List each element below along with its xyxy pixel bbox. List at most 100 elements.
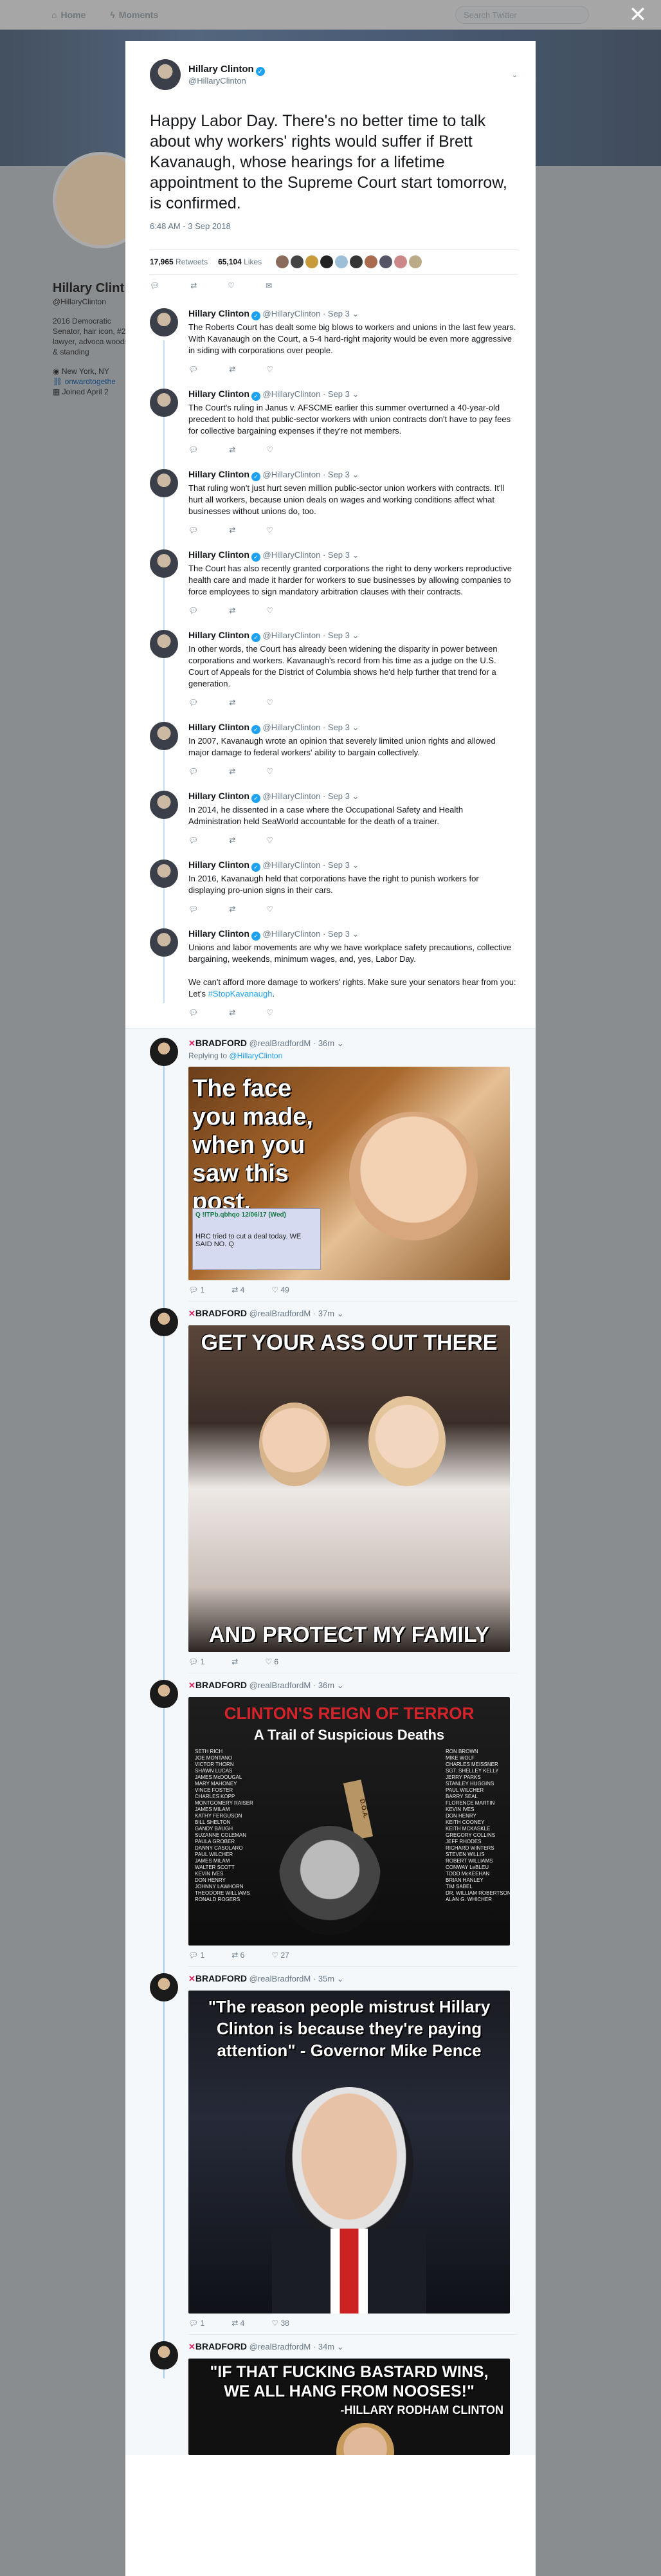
tweet-time[interactable]: Sep 3 — [328, 309, 350, 318]
nav-home[interactable]: ⌂ Home — [51, 10, 86, 20]
tweet-time[interactable]: 36m — [318, 1038, 334, 1048]
retweet-icon[interactable]: ⇄ — [229, 905, 235, 914]
reply-tweet[interactable]: ✕BRADFORD @realBradfordM · 37m ⌄ GET YOU… — [125, 1308, 536, 1673]
retweet-icon[interactable]: ⇄ — [229, 698, 235, 707]
avatar[interactable] — [150, 928, 178, 957]
tweet-author[interactable]: Hillary Clinton — [188, 549, 249, 560]
like-icon[interactable]: ♡ — [266, 606, 273, 615]
retweet-icon[interactable]: ⇄ 4 — [231, 1285, 244, 1294]
retweet-icon[interactable]: ⇄ 6 — [231, 1951, 244, 1960]
reply-tweet[interactable]: ✕BRADFORD @realBradfordM · 36m ⌄ CLINTON… — [125, 1680, 536, 1967]
retweet-icon[interactable]: ⇄ — [229, 445, 235, 454]
reply-tweet[interactable]: ✕BRADFORD @realBradfordM · 36m ⌄ Replyin… — [125, 1038, 536, 1302]
mention-link[interactable]: @HillaryClinton — [229, 1051, 282, 1060]
tweet-author[interactable]: Hillary Clinton — [188, 791, 249, 801]
avatar[interactable] — [150, 722, 178, 750]
reply-icon[interactable]: 💬︎ — [188, 365, 198, 374]
like-icon[interactable]: ♡ — [266, 905, 273, 914]
tweet-time[interactable]: Sep 3 — [328, 929, 350, 939]
retweet-icon[interactable]: ⇄ — [231, 1657, 238, 1666]
tweet-handle[interactable]: @HillaryClinton — [263, 722, 321, 732]
tweet-author[interactable]: BRADFORD — [195, 2341, 247, 2351]
avatar[interactable] — [150, 1973, 178, 2001]
chevron-down-icon[interactable]: ⌄ — [352, 929, 359, 939]
meme-image[interactable]: "IF THAT FUCKING BASTARD WINS, WE ALL HA… — [188, 2359, 510, 2455]
like-icon[interactable]: ♡ 49 — [271, 1285, 289, 1294]
avatar[interactable] — [150, 389, 178, 417]
tweet-time[interactable]: Sep 3 — [328, 630, 350, 640]
tweet-author[interactable]: Hillary Clinton — [188, 860, 249, 870]
avatar[interactable] — [150, 860, 178, 888]
chevron-down-icon[interactable]: ⌄ — [337, 1974, 344, 1983]
tweet-author[interactable]: Hillary Clinton — [188, 722, 249, 732]
retweet-icon[interactable]: ⇄ — [229, 1008, 235, 1017]
meme-image[interactable]: The face you made, when you saw this pos… — [188, 1067, 510, 1280]
thread-tweet[interactable]: Hillary Clinton ✓ @HillaryClinton · Sep 3… — [125, 463, 536, 543]
meme-image[interactable]: "The reason people mistrust Hillary Clin… — [188, 1991, 510, 2314]
tweet-author[interactable]: Hillary Clinton — [188, 469, 249, 479]
chevron-down-icon[interactable]: ⌄ — [512, 71, 518, 79]
retweet-icon[interactable]: ⇄ — [229, 365, 235, 374]
tweet-time[interactable]: Sep 3 — [328, 722, 350, 732]
tweet-time[interactable]: Sep 3 — [328, 550, 350, 560]
meme-image[interactable]: CLINTON'S REIGN OF TERROR A Trail of Sus… — [188, 1697, 510, 1946]
nav-moments[interactable]: ϟ Moments — [110, 10, 158, 20]
like-icon[interactable]: ♡ — [266, 767, 273, 776]
thread-tweet[interactable]: Hillary Clinton ✓ @HillaryClinton · Sep 3… — [125, 623, 536, 715]
tweet-author[interactable]: Hillary Clinton — [188, 389, 249, 399]
tweet-handle[interactable]: @HillaryClinton — [263, 389, 321, 399]
thread-tweet[interactable]: Hillary Clinton ✓ @HillaryClinton · Sep 3… — [125, 543, 536, 623]
chevron-down-icon[interactable]: ⌄ — [352, 860, 359, 870]
avatar[interactable] — [150, 469, 178, 497]
tweet-handle[interactable]: @HillaryClinton — [263, 550, 321, 560]
reply-icon[interactable]: 💬︎ — [188, 606, 198, 615]
retweet-icon[interactable]: ⇄ — [229, 767, 235, 776]
tweet-handle[interactable]: @HillaryClinton — [263, 630, 321, 640]
tweet-author[interactable]: BRADFORD — [195, 1308, 247, 1318]
like-icon[interactable]: ♡ — [266, 1008, 273, 1017]
chevron-down-icon[interactable]: ⌄ — [352, 550, 359, 560]
tweet-handle[interactable]: @HillaryClinton — [263, 309, 321, 318]
thread-tweet[interactable]: Hillary Clinton ✓ @HillaryClinton · Sep 3… — [125, 382, 536, 463]
avatar[interactable] — [150, 1038, 178, 1066]
tweet-author[interactable]: Hillary Clinton — [188, 630, 249, 640]
tweet-author[interactable]: BRADFORD — [195, 1680, 247, 1690]
avatar[interactable] — [150, 59, 181, 90]
avatar[interactable] — [150, 549, 178, 578]
tweet-author[interactable]: BRADFORD — [195, 1973, 247, 1983]
tweet-author[interactable]: Hillary Clinton — [188, 928, 249, 939]
tweet-author[interactable]: BRADFORD — [195, 1038, 247, 1048]
thread-tweet[interactable]: Hillary Clinton ✓ @HillaryClinton · Sep 3… — [125, 784, 536, 853]
avatar[interactable] — [150, 308, 178, 336]
like-icon[interactable]: ♡ — [266, 445, 273, 454]
avatar[interactable] — [150, 1308, 178, 1336]
thread-tweet[interactable]: Hillary Clinton ✓ @HillaryClinton · Sep 3… — [125, 922, 536, 1026]
tweet-timestamp[interactable]: 6:48 AM - 3 Sep 2018 — [150, 221, 518, 231]
avatar[interactable] — [150, 630, 178, 658]
tweet-handle[interactable]: @realBradfordM — [249, 1038, 311, 1048]
tweet-author[interactable]: Hillary Clinton — [188, 308, 249, 318]
tweet-handle[interactable]: @realBradfordM — [249, 1680, 311, 1690]
retweet-icon[interactable]: ⇄ — [229, 606, 235, 615]
meme-image[interactable]: GET YOUR ASS OUT THERE AND PROTECT MY FA… — [188, 1325, 510, 1652]
like-icon[interactable]: ♡ — [266, 526, 273, 535]
reply-icon[interactable]: 💬︎ — [188, 526, 198, 535]
chevron-down-icon[interactable]: ⌄ — [337, 1038, 344, 1048]
like-icon[interactable]: ♡ 27 — [271, 1951, 289, 1960]
tweet-time[interactable]: Sep 3 — [328, 389, 350, 399]
reply-icon[interactable]: 💬︎ — [188, 445, 198, 454]
chevron-down-icon[interactable]: ⌄ — [337, 1309, 344, 1318]
dm-icon[interactable]: ✉ — [266, 281, 272, 290]
reply-tweet[interactable]: ✕BRADFORD @realBradfordM · 34m ⌄ "IF THA… — [125, 2341, 536, 2455]
reply-icon[interactable]: 💬︎ — [188, 1008, 198, 1017]
tweet-handle[interactable]: @HillaryClinton — [263, 929, 321, 939]
reply-icon[interactable]: 💬︎ — [188, 905, 198, 914]
like-icon[interactable]: ♡ — [266, 365, 273, 374]
chevron-down-icon[interactable]: ⌄ — [337, 1680, 344, 1690]
chevron-down-icon[interactable]: ⌄ — [352, 791, 359, 801]
chevron-down-icon[interactable]: ⌄ — [352, 470, 359, 479]
tweet-handle[interactable]: @realBradfordM — [249, 2342, 311, 2351]
tweet-handle[interactable]: @realBradfordM — [249, 1974, 311, 1983]
reply-icon[interactable]: 💬︎ 1 — [188, 1657, 204, 1666]
liker-avatars[interactable] — [276, 255, 422, 268]
